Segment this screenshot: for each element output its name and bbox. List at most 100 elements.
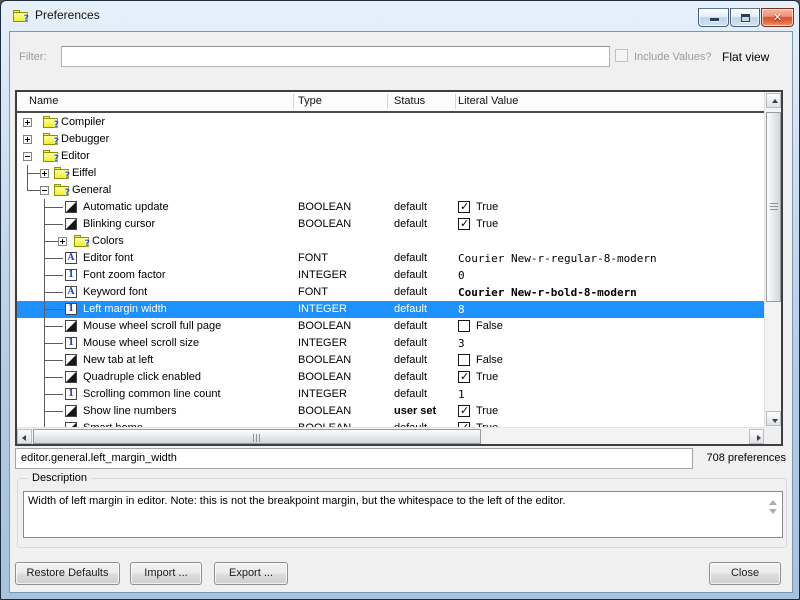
tree-row[interactable]: AKeyword fontFONTdefaultCourier New-r-bo… — [17, 284, 764, 301]
value-text: 8 — [458, 301, 465, 318]
preference-type: INTEGER — [298, 301, 347, 318]
column-divider[interactable] — [293, 94, 294, 109]
expand-icon[interactable] — [23, 118, 32, 127]
tree-row[interactable]: AEditor fontFONTdefaultCourier New-r-reg… — [17, 250, 764, 267]
import-button[interactable]: Import ... — [130, 562, 202, 585]
preference-type: BOOLEAN — [298, 352, 351, 369]
minimize-button[interactable] — [698, 8, 729, 27]
tree-row[interactable]: 1Mouse wheel scroll sizeINTEGERdefault3 — [17, 335, 764, 352]
value-label: False — [476, 352, 503, 369]
description-scrollbar[interactable] — [767, 496, 779, 518]
preference-name: Colors — [92, 233, 124, 250]
preference-name: Show line numbers — [83, 403, 177, 420]
tree-row[interactable]: Quadruple click enabledBOOLEANdefaultTru… — [17, 369, 764, 386]
tree-row[interactable]: ?General — [17, 182, 764, 199]
minimize-icon — [710, 18, 719, 21]
scroll-up-button[interactable] — [766, 93, 781, 108]
tree-guide-line — [44, 326, 63, 327]
close-button[interactable]: Close — [709, 562, 781, 585]
export-button[interactable]: Export ... — [214, 562, 288, 585]
column-divider[interactable] — [387, 94, 388, 109]
restore-defaults-button[interactable]: Restore Defaults — [15, 562, 120, 585]
column-divider[interactable] — [455, 94, 456, 109]
description-title: Description — [28, 472, 91, 484]
tree-row[interactable]: ?Eiffel — [17, 165, 764, 182]
expand-icon[interactable] — [58, 237, 67, 246]
value-label: True — [476, 403, 498, 420]
column-header-name[interactable]: Name — [29, 92, 58, 111]
preferences-window-icon: ? — [13, 9, 29, 23]
tree-row[interactable]: ?Colors — [17, 233, 764, 250]
tree-guide-line — [44, 275, 63, 276]
scroll-right-button[interactable] — [749, 429, 764, 444]
preference-status: default — [394, 420, 427, 427]
scrollbar-corner — [764, 427, 781, 444]
preference-status: default — [394, 284, 427, 301]
preference-name: Quadruple click enabled — [83, 369, 201, 386]
collapse-icon[interactable] — [23, 152, 32, 161]
unchecked-checkbox-icon[interactable] — [458, 354, 470, 366]
vertical-scrollbar[interactable] — [764, 92, 781, 427]
preferences-tree: Name Type Status Literal Value ?Compiler… — [15, 90, 783, 446]
collapse-icon[interactable] — [40, 186, 49, 195]
unchecked-checkbox-icon[interactable] — [458, 320, 470, 332]
tree-guide-line — [44, 343, 63, 344]
tree-header: Name Type Status Literal Value — [17, 92, 764, 113]
preference-name: General — [72, 182, 111, 199]
title-bar[interactable]: ? Preferences ✕ — [1, 1, 799, 31]
flat-view-button[interactable]: Flat view — [722, 50, 769, 64]
preference-status: default — [394, 301, 427, 318]
preference-type: BOOLEAN — [298, 420, 351, 427]
tree-row[interactable]: New tab at leftBOOLEANdefaultFalse — [17, 352, 764, 369]
folder-icon: ? — [43, 133, 58, 145]
column-header-status[interactable]: Status — [394, 92, 425, 111]
expand-icon[interactable] — [23, 135, 32, 144]
description-text-area[interactable]: Width of left margin in editor. Note: th… — [23, 491, 783, 538]
horizontal-scrollbar[interactable] — [17, 427, 764, 444]
vertical-scroll-thumb[interactable] — [766, 112, 781, 302]
tree-row[interactable]: Show line numbersBOOLEANuser setTrue — [17, 403, 764, 420]
close-window-button[interactable]: ✕ — [761, 8, 794, 27]
preferences-window: ? Preferences ✕ Filter: Include Values? … — [0, 0, 800, 600]
checked-checkbox-icon[interactable] — [458, 371, 470, 383]
tree-row[interactable]: 1Left margin widthINTEGERdefault8 — [17, 301, 764, 318]
maximize-button[interactable] — [730, 8, 760, 27]
preference-type: INTEGER — [298, 335, 347, 352]
tree-row[interactable]: ?Compiler — [17, 114, 764, 131]
tree-row[interactable]: Automatic updateBOOLEANdefaultTrue — [17, 199, 764, 216]
column-header-type[interactable]: Type — [298, 92, 322, 111]
scroll-left-button[interactable] — [17, 429, 32, 444]
tree-row[interactable]: Mouse wheel scroll full pageBOOLEANdefau… — [17, 318, 764, 335]
integer-type-icon: 1 — [65, 388, 77, 400]
horizontal-scroll-thumb[interactable] — [33, 429, 481, 444]
folder-icon: ? — [74, 235, 89, 247]
tree-guide-line — [44, 292, 63, 293]
include-values-label: Include Values? — [634, 51, 711, 63]
value-label: False — [476, 318, 503, 335]
dialog-client-area: Filter: Include Values? Flat view Name T… — [9, 31, 793, 593]
scroll-down-button[interactable] — [766, 411, 781, 426]
folder-icon: ? — [43, 150, 58, 162]
tree-guide-line — [44, 377, 63, 378]
include-values-checkbox[interactable] — [615, 49, 628, 62]
integer-type-icon: 1 — [65, 337, 77, 349]
tree-guide-line — [44, 394, 63, 395]
boolean-type-icon — [65, 405, 77, 417]
checked-checkbox-icon[interactable] — [458, 218, 470, 230]
checked-checkbox-icon[interactable] — [458, 201, 470, 213]
expand-icon[interactable] — [40, 169, 49, 178]
preference-type: INTEGER — [298, 386, 347, 403]
preference-name: Editor — [61, 148, 90, 165]
preference-status: default — [394, 216, 427, 233]
tree-row[interactable]: Blinking cursorBOOLEANdefaultTrue — [17, 216, 764, 233]
arrow-left-icon — [22, 435, 26, 441]
tree-guide-line — [44, 207, 63, 208]
tree-row[interactable]: 1Scrolling common line countINTEGERdefau… — [17, 386, 764, 403]
tree-row[interactable]: ?Editor — [17, 148, 764, 165]
tree-row[interactable]: ?Debugger — [17, 131, 764, 148]
tree-row[interactable]: 1Font zoom factorINTEGERdefault0 — [17, 267, 764, 284]
filter-input[interactable] — [61, 46, 610, 67]
checked-checkbox-icon[interactable] — [458, 405, 470, 417]
column-header-literal[interactable]: Literal Value — [458, 92, 518, 111]
tree-row[interactable]: Smart homeBOOLEANdefaultTrue — [17, 420, 764, 427]
